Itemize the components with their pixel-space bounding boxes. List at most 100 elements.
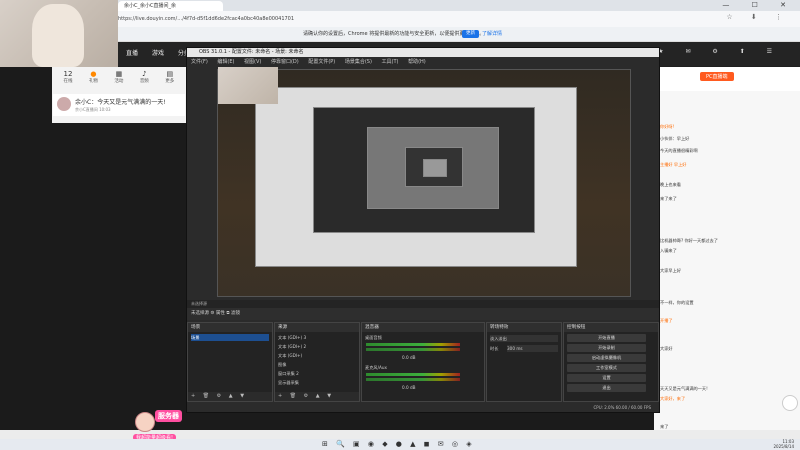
chat-message: 大家早上好 xyxy=(660,268,681,273)
source-item[interactable]: 窗口采集 2 xyxy=(278,370,356,377)
chat-message: 晚上也来看 xyxy=(660,182,681,187)
sticker-tag: 服务器 xyxy=(155,410,182,422)
recursive-capture xyxy=(423,159,447,177)
sticker-character xyxy=(135,412,155,432)
nav-item[interactable]: 游戏 xyxy=(152,50,164,57)
chat-message: 天天又是元气满满的一天! xyxy=(660,386,708,391)
channel-subtitle: 余小C直播间 10:03 xyxy=(75,107,111,112)
transition-select[interactable]: 淡入淡出 xyxy=(490,335,558,342)
chat-message: 大家好 xyxy=(660,346,673,351)
chat-message: 你好呀! xyxy=(660,124,675,129)
volume-meter xyxy=(366,378,460,381)
dock-title: 转场特效 xyxy=(487,323,561,332)
menu-item[interactable]: 工具(T) xyxy=(382,59,399,65)
start-recording-button[interactable]: 开始录制 xyxy=(567,344,646,352)
obs-preview[interactable] xyxy=(217,69,631,297)
stat-item[interactable]: ♪ 音频 xyxy=(132,70,156,84)
taskbar: ⊞ 🔍 ▣ ◉ ◆ ● ▲ ◼ ✉ ◎ ◈ 11:03 2025/8/14 xyxy=(0,439,800,450)
source-toolbar[interactable]: 未选择源 ⚙ 属性 ⧉ 滤镜 xyxy=(187,308,659,320)
chat-message: 比机器帅哥? 你好一天都过去了 xyxy=(660,238,718,243)
source-item[interactable]: 显示器采集 xyxy=(278,379,356,386)
volume-meter xyxy=(366,348,460,351)
channel-card[interactable]: 余小C：今天又是元气满满的一天! 余小C直播间 10:03 xyxy=(53,94,185,116)
scroll-to-bottom-button[interactable] xyxy=(782,395,798,411)
avatar[interactable] xyxy=(57,97,71,111)
scene-item[interactable]: 场景 xyxy=(191,334,269,341)
start-streaming-button[interactable]: 开始直播 xyxy=(567,334,646,342)
chat-message: 不一样，你的设置 xyxy=(660,300,694,305)
chat-message: 开播了 xyxy=(660,318,673,323)
chat-message: 今天的直播很精彩啊 xyxy=(660,148,698,153)
chat-message: 入骗来了 xyxy=(660,248,677,253)
obs-menu-bar: 文件(F) 编辑(E) 视图(V) 停靠窗口(D) 配置文件(P) 场景集合(S… xyxy=(187,57,659,67)
duration-input[interactable]: 300 ms xyxy=(507,345,558,352)
webcam-person xyxy=(32,4,84,67)
volume-meter xyxy=(366,373,460,376)
browser-tab[interactable]: 余小C_余小C直播间_余 xyxy=(118,1,223,11)
dock-title: 控制按钮 xyxy=(564,323,658,332)
mixer-channel-label: 桌面音频 xyxy=(365,335,382,340)
chat-message: 小伙伴：早上好 xyxy=(660,136,690,141)
infobar-learn-more-link[interactable]: 了解详情 xyxy=(482,28,502,40)
sources-dock: 来源 文本 (GDI+) 3 文本 (GDI+) 2 文本 (GDI+) 图像 … xyxy=(274,322,360,402)
site-nav-right-icons[interactable]: ★ ✉ ⚙ ⬆ ☰ xyxy=(658,48,782,55)
audio-mixer-dock: 混音器 桌面音频 0.0 dB 麦克风/Aux 0.0 dB xyxy=(361,322,485,402)
channel-title: 余小C：今天又是元气满满的一天! xyxy=(75,99,166,106)
source-item[interactable]: 文本 (GDI+) xyxy=(278,352,356,359)
duration-label: 时长 xyxy=(490,346,499,351)
stat-item[interactable]: ▤ 更多 xyxy=(158,70,182,84)
controls-dock: 控制按钮 开始直播 开始录制 启动虚拟摄像机 工作室模式 设置 退出 xyxy=(563,322,659,402)
update-infobar: 请确认你的设置后，Chrome 将提供最新的功能与安全更新，以便提供更佳服务。 … xyxy=(0,27,800,42)
url-field[interactable]: https://live.douyin.com/…/4f7d-d5f1dd6de… xyxy=(118,14,678,24)
mixer-db-readout: 0.0 dB xyxy=(402,355,416,360)
virtual-camera-button[interactable]: 启动虚拟摄像机 xyxy=(567,354,646,362)
source-item[interactable]: 文本 (GDI+) 3 xyxy=(278,334,356,341)
dock-footer[interactable]: + 🗑 ⚙ ▲ ▼ xyxy=(275,392,359,401)
browser-toolbar-icons[interactable]: ☆ ⬇ ⋮ xyxy=(726,13,790,21)
stream-stats: 12 在线 ● 礼物 ▦ 活动 ♪ 音频 ▤ 更多 xyxy=(56,70,184,84)
source-item[interactable]: 文本 (GDI+) 2 xyxy=(278,343,356,350)
transitions-dock: 转场特效 淡入淡出 时长 300 ms xyxy=(486,322,562,402)
stream-info-panel: 12 在线 ● 礼物 ▦ 活动 ♪ 音频 ▤ 更多 余小C：今天又是元气满满的一天! 余小… xyxy=(52,67,186,123)
studio-mode-button[interactable]: 工作室模式 xyxy=(567,364,646,372)
system-tray[interactable]: 11:03 2025/8/14 xyxy=(773,439,794,449)
menu-item[interactable]: 配置文件(P) xyxy=(308,59,335,65)
mixer-channel-label: 麦克风/Aux xyxy=(365,365,387,370)
exit-button[interactable]: 退出 xyxy=(567,384,646,392)
stat-item[interactable]: ● 礼物 xyxy=(81,70,105,84)
dock-title: 场景 xyxy=(188,323,272,332)
preview-status: 未选择源 xyxy=(187,300,659,308)
menu-item[interactable]: 帮助(H) xyxy=(408,59,426,65)
webcam-overlay-small xyxy=(218,67,278,104)
nav-item[interactable]: 直播 xyxy=(126,50,138,57)
window-controls[interactable]: — ☐ ✕ xyxy=(722,0,796,11)
infobar-update-button[interactable]: 更新 xyxy=(462,30,479,38)
taskbar-app-icons[interactable]: ⊞ 🔍 ▣ ◉ ◆ ● ▲ ◼ ✉ ◎ ◈ xyxy=(322,440,475,449)
obs-status-bar: CPU: 2.0% 60.00 / 60.00 FPS xyxy=(187,403,659,412)
menu-item[interactable]: 编辑(E) xyxy=(217,59,234,65)
menu-item[interactable]: 视图(V) xyxy=(244,59,261,65)
volume-meter xyxy=(366,343,460,346)
source-item[interactable]: 图像 xyxy=(278,361,356,368)
menu-item[interactable]: 场景集合(S) xyxy=(345,59,372,65)
scenes-dock: 场景 场景 + 🗑 ⚙ ▲ ▼ xyxy=(187,322,273,402)
settings-button[interactable]: 设置 xyxy=(567,374,646,382)
webcam-overlay xyxy=(0,0,118,67)
dock-footer[interactable]: + 🗑 ⚙ ▲ ▼ xyxy=(188,392,272,401)
infobar-message: 请确认你的设置后，Chrome 将提供最新的功能与安全更新，以便提供更佳服务。 xyxy=(303,31,485,37)
browser-tab-strip: 余小C_余小C直播间_余 — ☐ ✕ xyxy=(0,0,800,11)
stat-item[interactable]: ▦ 活动 xyxy=(107,70,131,84)
dock-title: 混音器 xyxy=(362,323,484,332)
stat-item[interactable]: 12 在线 xyxy=(56,70,80,84)
pc-live-button[interactable]: PC直播端 xyxy=(700,72,734,81)
chat-message: 主播好 早上好 xyxy=(660,162,687,167)
menu-item[interactable]: 文件(F) xyxy=(191,59,208,65)
gift-bar xyxy=(0,430,800,439)
chat-message: 大家好，来了 xyxy=(660,396,686,401)
tray-date: 2025/8/14 xyxy=(773,444,794,449)
menu-item[interactable]: 停靠窗口(D) xyxy=(271,59,299,65)
chat-message: 来了来了 xyxy=(660,196,677,201)
dock-title: 来源 xyxy=(275,323,359,332)
mixer-db-readout: 0.0 dB xyxy=(402,385,416,390)
obs-title-bar[interactable]: OBS 31.0.1 - 配置文件: 未命名 - 场景: 未命名 xyxy=(187,48,659,57)
